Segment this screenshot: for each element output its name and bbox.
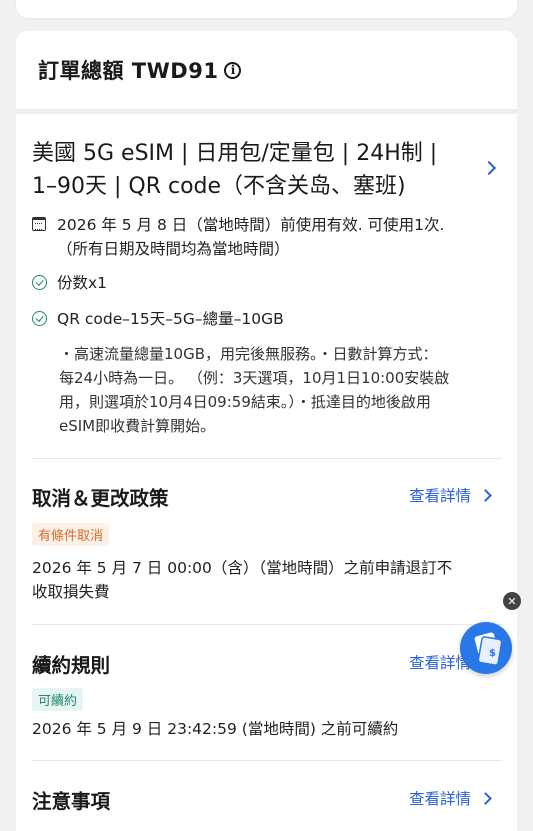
chevron-right-icon[interactable] xyxy=(481,160,497,176)
divider xyxy=(32,458,502,459)
details-link-label: 查看詳情 xyxy=(409,790,472,808)
note-line: ・高速流量總量10GB，用完後無服務。・日數計算方式： xyxy=(59,345,438,363)
note-line: 用，則選項於10月4日09:59結束。）・抵達目的地後啟用 xyxy=(59,393,431,411)
validity-note: （所有日期及時間均為當地時間） xyxy=(57,240,290,258)
renewable-badge: 可續約 xyxy=(32,688,84,711)
info-icon[interactable]: i xyxy=(224,61,242,79)
product-title-line1: 美國 5G eSIM | 日用包/定量包 | 24H制 | xyxy=(32,141,438,166)
product-title[interactable]: 美國 5G eSIM | 日用包/定量包 | 24H制 | 1–90天 | QR… xyxy=(32,137,472,203)
calendar-icon xyxy=(32,217,46,231)
check-circle-icon xyxy=(32,275,47,290)
details-link-label: 查看詳情 xyxy=(409,487,472,505)
order-total: 訂單總額 TWD91 i xyxy=(38,55,242,85)
validity-row: 2026 年 5 月 8 日（當地時間）前使用有效. 可使用1次. （所有日期及… xyxy=(32,213,444,261)
validity-text: 2026 年 5 月 8 日（當地時間）前使用有效. 可使用1次. xyxy=(57,216,445,234)
cancel-policy-text: 2026 年 5 月 7 日 00:00（含）（當地時間）之前申請退訂不 收取損… xyxy=(32,556,507,604)
divider xyxy=(32,760,502,761)
floating-promo-button[interactable]: $ xyxy=(460,622,512,674)
chevron-right-icon xyxy=(479,791,492,805)
renewal-text: 2026 年 5 月 9 日 23:42:59 (當地時間) 之前可續約 xyxy=(32,720,399,738)
ticket-icon: $ xyxy=(474,632,503,666)
check-circle-icon xyxy=(32,311,47,326)
package-text: QR code–15天–5G–總量–10GB xyxy=(57,310,284,328)
quantity-text: 份数x1 xyxy=(57,274,108,292)
chevron-right-icon xyxy=(479,488,492,502)
product-title-line2: 1–90天 | QR code（不含关岛、塞班) xyxy=(32,174,406,199)
cancel-policy-line2: 收取損失費 xyxy=(32,583,110,601)
order-card: 訂單總額 TWD91 i 美國 5G eSIM | 日用包/定量包 | 24H制… xyxy=(16,31,517,831)
top-card xyxy=(16,0,517,18)
notes-details-link[interactable]: 查看詳情 xyxy=(409,787,492,809)
divider xyxy=(32,624,502,625)
note-line: 每24小時為一日。 （例：3天選項，10月1日10:00安裝啟 xyxy=(59,369,450,387)
note-line: eSIM即收費計算開始。 xyxy=(59,417,216,435)
close-icon[interactable]: ✕ xyxy=(503,592,521,610)
quantity-row: 份数x1 xyxy=(32,271,107,295)
svg-text:$: $ xyxy=(489,648,496,659)
conditional-cancel-badge: 有條件取消 xyxy=(32,523,110,546)
package-row: QR code–15天–5G–總量–10GB xyxy=(32,307,284,331)
cancel-policy-title: 取消＆更改政策 xyxy=(32,487,169,510)
order-total-label: 訂單總額 TWD91 xyxy=(38,59,219,83)
cancel-policy-line1: 2026 年 5 月 7 日 00:00（含）（當地時間）之前申請退訂不 xyxy=(32,559,453,577)
divider xyxy=(16,109,517,114)
cancel-policy-details-link[interactable]: 查看詳情 xyxy=(409,484,492,506)
package-notes: ・高速流量總量10GB，用完後無服務。・日數計算方式： 每24小時為一日。 （例… xyxy=(59,342,507,438)
renewal-title: 續約規則 xyxy=(32,654,111,677)
